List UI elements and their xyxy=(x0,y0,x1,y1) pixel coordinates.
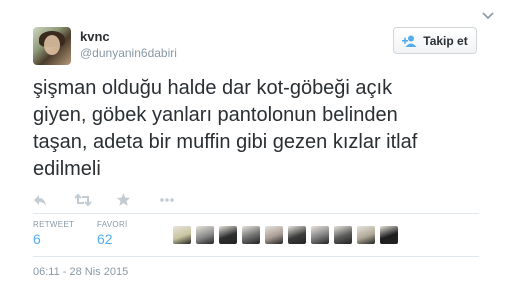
add-user-icon xyxy=(402,35,417,47)
favoriter-avatar[interactable] xyxy=(219,226,237,244)
favoriter-avatar[interactable] xyxy=(196,226,214,244)
tweet-line: giyen, göbek yanları pantolonun belinden xyxy=(33,104,398,126)
tweet-text: şişman olduğu halde dar kot-göbeği açık … xyxy=(33,75,483,183)
author-handle[interactable]: @dunyanin6dabiri xyxy=(80,46,177,60)
favoriter-avatar[interactable] xyxy=(242,226,260,244)
tweet-line: şişman olduğu halde dar kot-göbeği açık xyxy=(33,77,393,99)
author-name[interactable]: kvnc xyxy=(80,29,110,44)
chevron-down-icon[interactable] xyxy=(481,10,495,20)
retweet-stat-label: RETWEET xyxy=(33,220,75,229)
follow-button[interactable]: Takip et xyxy=(393,27,477,54)
divider xyxy=(33,213,479,214)
more-icon[interactable] xyxy=(159,191,175,209)
favorite-count[interactable]: 62 xyxy=(97,231,128,247)
tweet-line: edilmeli xyxy=(33,158,101,180)
tweet-card: kvnc @dunyanin6dabiri Takip et şişman ol… xyxy=(0,0,509,289)
favorite-stat-label: FAVORİ xyxy=(97,220,128,229)
favoriter-avatar[interactable] xyxy=(380,226,398,244)
avatar[interactable] xyxy=(33,27,71,65)
favorite-icon[interactable] xyxy=(116,191,131,209)
divider xyxy=(33,256,479,257)
favoriter-avatar[interactable] xyxy=(311,226,329,244)
reply-icon[interactable] xyxy=(33,191,47,209)
favoriter-avatar[interactable] xyxy=(265,226,283,244)
favoriter-avatar[interactable] xyxy=(357,226,375,244)
favoriter-avatar[interactable] xyxy=(173,226,191,244)
retweet-stat[interactable]: RETWEET 6 xyxy=(33,220,74,247)
tweet-line: taşan, adeta bir muffin gibi gezen kızla… xyxy=(33,131,418,153)
timestamp[interactable]: 06:11 - 28 Nis 2015 xyxy=(33,266,128,278)
favorite-stat[interactable]: FAVORİ 62 xyxy=(97,220,128,247)
retweet-icon[interactable] xyxy=(74,191,92,209)
favoriter-avatar[interactable] xyxy=(288,226,306,244)
favoriter-avatar[interactable] xyxy=(334,226,352,244)
follow-button-label: Takip et xyxy=(423,33,468,48)
retweet-count[interactable]: 6 xyxy=(33,231,74,247)
